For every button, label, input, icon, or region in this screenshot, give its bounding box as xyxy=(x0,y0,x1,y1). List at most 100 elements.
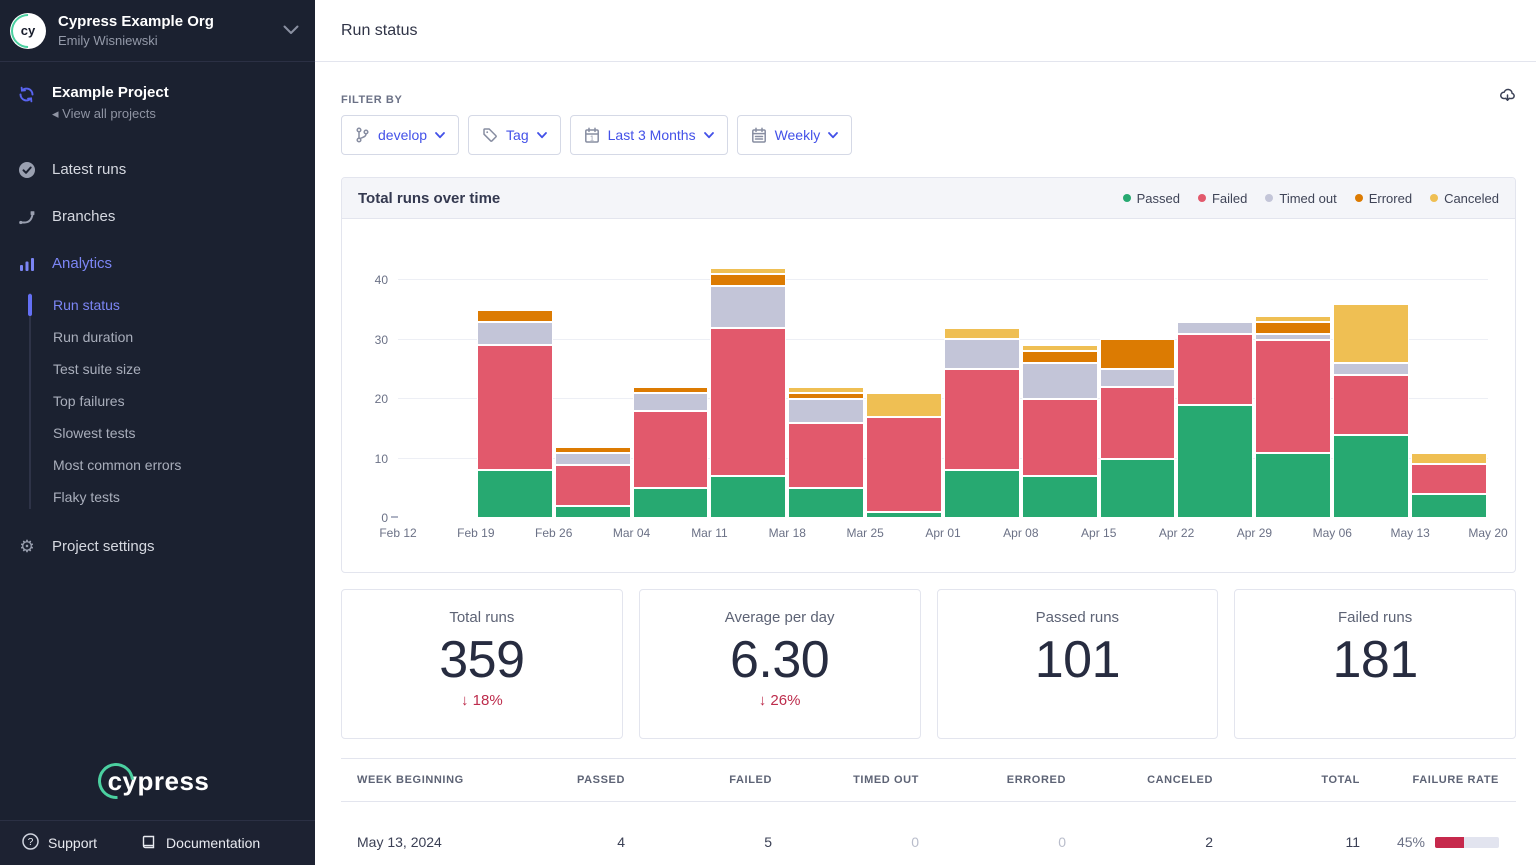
column-header-total: TOTAL xyxy=(1213,774,1360,786)
bar-segment-failed xyxy=(555,465,631,507)
sidebar-item-top-failures[interactable]: Top failures xyxy=(29,385,315,417)
y-axis-tick: 40 xyxy=(358,273,388,287)
bar-column-apr-29 xyxy=(1254,243,1332,518)
stacked-bar xyxy=(1411,453,1487,518)
sidebar-item-project[interactable]: Example Project ◂ View all projects xyxy=(0,84,315,122)
cell-passed: 4 xyxy=(478,834,625,850)
sidebar-item-branches[interactable]: Branches xyxy=(0,193,315,240)
column-header-week-beginning: WEEK BEGINNING xyxy=(341,774,478,786)
stacked-bar xyxy=(866,393,942,518)
date-range-filter-button[interactable]: 1 Last 3 Months xyxy=(570,115,728,155)
stat-change: ↓ 26% xyxy=(640,692,920,709)
chart-legend: PassedFailedTimed outErroredCanceled xyxy=(1123,191,1499,206)
sidebar-item-most-common-errors[interactable]: Most common errors xyxy=(29,449,315,481)
sidebar-item-project-settings[interactable]: ⚙ Project settings xyxy=(0,523,315,570)
y-axis-tick: 0 xyxy=(358,511,388,525)
calendar-icon: 1 xyxy=(584,127,600,144)
chevron-down-icon xyxy=(828,132,838,139)
bar-column-apr-22 xyxy=(1176,243,1254,518)
sidebar-item-analytics[interactable]: Analytics xyxy=(0,240,315,287)
view-all-projects-link[interactable]: ◂ View all projects xyxy=(52,106,169,122)
tag-filter-button[interactable]: Tag xyxy=(468,115,561,155)
failure-rate-fill xyxy=(1435,837,1464,848)
bar-segment-failed xyxy=(788,423,864,489)
legend-item-timed-out: Timed out xyxy=(1265,191,1336,206)
legend-dot-icon xyxy=(1265,194,1273,202)
sidebar-item-run-status[interactable]: Run status xyxy=(29,289,315,321)
bar-segment-timed-out xyxy=(1177,322,1253,334)
column-header-canceled: CANCELED xyxy=(1066,774,1213,786)
page-title: Run status xyxy=(341,22,417,40)
help-icon: ? xyxy=(22,833,39,853)
stat-change: ↓ 18% xyxy=(342,692,622,709)
bar-segment-timed-out xyxy=(1333,363,1409,375)
filter-row: develop Tag 1 Last 3 Months xyxy=(341,115,1516,155)
sidebar-item-flaky-tests[interactable]: Flaky tests xyxy=(29,481,315,513)
sidebar-footer: ? Support Documentation xyxy=(0,820,315,865)
bar-segment-errored xyxy=(1100,339,1176,369)
x-axis-tick: Apr 29 xyxy=(1237,526,1272,540)
cloud-download-icon[interactable] xyxy=(1499,86,1516,108)
bar-column-feb-12 xyxy=(398,243,476,518)
bar-column-mar-11 xyxy=(709,243,787,518)
documentation-link[interactable]: Documentation xyxy=(141,834,260,853)
column-header-failed: FAILED xyxy=(625,774,772,786)
x-axis-tick: Apr 15 xyxy=(1081,526,1116,540)
tag-icon xyxy=(482,127,498,143)
svg-text:?: ? xyxy=(28,837,34,848)
sidebar-item-slowest-tests[interactable]: Slowest tests xyxy=(29,417,315,449)
bar-column-apr-15 xyxy=(1099,243,1177,518)
bar-column-mar-18 xyxy=(787,243,865,518)
column-header-errored: ERRORED xyxy=(919,774,1066,786)
sidebar-nav: Example Project ◂ View all projects Late… xyxy=(0,62,315,570)
bar-segment-canceled xyxy=(944,328,1020,340)
x-axis-tick: Mar 04 xyxy=(613,526,650,540)
bar-column-apr-08 xyxy=(1021,243,1099,518)
cypress-logo: cypress xyxy=(0,766,315,797)
cell-week-beginning: May 13, 2024 xyxy=(341,834,478,850)
zero-tick xyxy=(391,516,398,518)
bar-segment-passed xyxy=(555,506,631,518)
svg-text:1: 1 xyxy=(590,135,594,142)
filter-by-label: FILTER BY xyxy=(341,94,1516,106)
bar-segment-errored xyxy=(710,274,786,286)
cell-total: 11 xyxy=(1213,834,1360,850)
gear-icon: ⚙ xyxy=(18,538,36,555)
bar-segment-canceled xyxy=(1333,304,1409,364)
x-axis-tick: May 06 xyxy=(1313,526,1352,540)
refresh-icon xyxy=(18,86,36,122)
column-header-timed-out: TIMED OUT xyxy=(772,774,919,786)
bar-segment-passed xyxy=(944,470,1020,518)
support-link[interactable]: ? Support xyxy=(22,833,97,853)
sidebar-item-latest-runs[interactable]: Latest runs xyxy=(0,146,315,193)
table-row[interactable]: May 13, 2024450021145% xyxy=(341,802,1516,865)
chevron-down-icon xyxy=(283,22,299,40)
interval-filter-button[interactable]: Weekly xyxy=(737,115,853,155)
stat-title: Average per day xyxy=(640,609,920,626)
bar-segment-passed xyxy=(477,470,553,518)
bar-segment-failed xyxy=(1411,464,1487,494)
bar-segment-passed xyxy=(710,476,786,518)
stats-row: Total runs359↓ 18%Average per day6.30↓ 2… xyxy=(341,589,1516,739)
legend-dot-icon xyxy=(1355,194,1363,202)
org-name: Cypress Example Org xyxy=(58,13,214,30)
main-content: Run status FILTER BY develop xyxy=(315,0,1536,865)
stat-value: 101 xyxy=(938,630,1218,690)
sidebar-item-test-suite-size[interactable]: Test suite size xyxy=(29,353,315,385)
bar-segment-passed xyxy=(1100,459,1176,519)
x-axis-tick: Apr 01 xyxy=(925,526,960,540)
stacked-bar xyxy=(1255,316,1331,518)
bar-segment-canceled xyxy=(1411,453,1487,465)
stat-value: 6.30 xyxy=(640,630,920,690)
org-switcher[interactable]: cy Cypress Example Org Emily Wisniewski xyxy=(0,0,315,62)
cell-errored: 0 xyxy=(919,834,1066,850)
sidebar-item-run-duration[interactable]: Run duration xyxy=(29,321,315,353)
branch-filter-button[interactable]: develop xyxy=(341,115,459,155)
stacked-bar xyxy=(1333,304,1409,518)
bar-column-apr-01 xyxy=(943,243,1021,518)
stacked-bar xyxy=(1100,339,1176,518)
bar-segment-timed-out xyxy=(1100,369,1176,387)
x-axis-tick: Apr 22 xyxy=(1159,526,1194,540)
bar-segment-failed xyxy=(710,328,786,477)
x-axis-tick: Feb 12 xyxy=(379,526,416,540)
